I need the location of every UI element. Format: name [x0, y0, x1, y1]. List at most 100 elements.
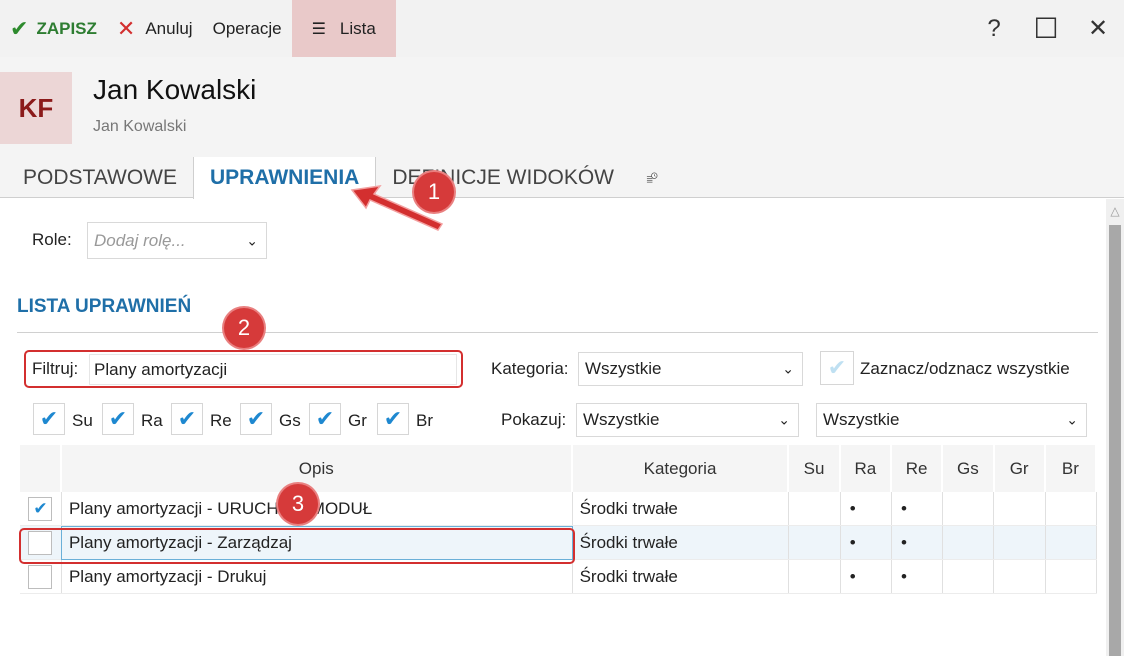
- history-tab[interactable]: [630, 157, 674, 198]
- vertical-scrollbar[interactable]: △: [1106, 199, 1124, 656]
- window-controls: ? ☐ ✕: [968, 0, 1124, 57]
- list-history-icon: [646, 172, 658, 183]
- cell-gs: [943, 560, 995, 593]
- tab-uprawnienia[interactable]: UPRAWNIENIA: [193, 157, 377, 199]
- section-divider: [17, 332, 1098, 333]
- scroll-thumb[interactable]: [1109, 225, 1121, 656]
- flag-checkbox-ra[interactable]: ✔: [102, 403, 134, 435]
- column-header-kategoria[interactable]: Kategoria: [573, 445, 790, 492]
- category-value: Wszystkie: [585, 359, 662, 378]
- column-header-opis[interactable]: Opis: [62, 445, 573, 492]
- cell-kategoria: Środki trwałe: [573, 560, 790, 593]
- list-button[interactable]: ☰ Lista: [291, 0, 396, 57]
- column-header-gs[interactable]: Gs: [943, 445, 995, 492]
- chevron-down-icon: ⌄: [778, 411, 790, 428]
- row-checkbox-cell: ✔: [20, 492, 62, 525]
- cell-gs: [943, 526, 995, 559]
- row-checkbox-cell: [20, 560, 62, 593]
- row-checkbox-cell: [20, 526, 62, 559]
- select-all-checkbox[interactable]: ✔: [820, 351, 854, 385]
- cell-su: [789, 526, 841, 559]
- cell-gr: [994, 526, 1046, 559]
- cell-br: [1046, 526, 1098, 559]
- cell-ra: •: [841, 560, 892, 593]
- roles-select[interactable]: Dodaj rolę... ⌄: [87, 222, 267, 259]
- flag-checkbox-gr[interactable]: ✔: [309, 403, 341, 435]
- cell-su: [789, 492, 841, 525]
- permissions-table: Opis Kategoria Su Ra Re Gs Gr Br ✔ Plany…: [20, 445, 1098, 594]
- help-button[interactable]: ?: [968, 0, 1020, 57]
- category-select[interactable]: Wszystkie ⌄: [578, 352, 803, 386]
- cell-su: [789, 560, 841, 593]
- cell-kategoria: Środki trwałe: [573, 526, 790, 559]
- column-header-gr[interactable]: Gr: [995, 445, 1046, 492]
- row-checkbox[interactable]: [28, 564, 53, 589]
- row-checkbox[interactable]: [28, 530, 53, 555]
- chevron-down-icon: ⌄: [782, 360, 794, 377]
- cancel-button[interactable]: ✕ Anuluj: [107, 0, 203, 57]
- flag-checkbox-br[interactable]: ✔: [377, 403, 409, 435]
- cell-opis: Plany amortyzacji - Drukuj: [62, 560, 573, 593]
- table-row[interactable]: ✔ Plany amortyzacji - URUCHOM MODUŁ Środ…: [20, 492, 1098, 526]
- table-row[interactable]: Plany amortyzacji - Zarządzaj Środki trw…: [20, 526, 1098, 560]
- cell-gr: [994, 492, 1046, 525]
- avatar: KF: [0, 72, 72, 144]
- scroll-up-icon[interactable]: △: [1106, 199, 1124, 223]
- table-row[interactable]: Plany amortyzacji - Drukuj Środki trwałe…: [20, 560, 1098, 594]
- annotation-highlight-filter: [24, 350, 463, 388]
- save-label: ZAPISZ: [36, 18, 97, 38]
- operations-button[interactable]: Operacje: [203, 0, 292, 57]
- save-button[interactable]: ✔ ZAPISZ: [0, 0, 107, 57]
- table-header: Opis Kategoria Su Ra Re Gs Gr Br: [20, 445, 1098, 492]
- flag-checkbox-gs[interactable]: ✔: [240, 403, 272, 435]
- cell-gs: [943, 492, 995, 525]
- checkmark-icon: ✔: [177, 406, 197, 431]
- cell-re: •: [892, 526, 944, 559]
- cell-ra: •: [841, 526, 892, 559]
- checkmark-icon: ✔: [315, 406, 335, 431]
- flag-label-gr: Gr: [348, 411, 367, 430]
- tab-bar: PODSTAWOWE UPRAWNIENIA DEFINICJE WIDOKÓW: [0, 157, 1124, 199]
- show-label: Pokazuj:: [501, 410, 567, 429]
- cancel-label: Anuluj: [145, 18, 193, 38]
- show-select-1[interactable]: Wszystkie ⌄: [576, 403, 799, 437]
- cell-gr: [994, 560, 1046, 593]
- checkmark-icon: ✔: [39, 406, 59, 431]
- select-all-label: Zaznacz/odznacz wszystkie: [860, 359, 1070, 378]
- column-header-re[interactable]: Re: [892, 445, 944, 492]
- page-title: Jan Kowalski: [93, 74, 257, 105]
- cell-opis: Plany amortyzacji - Zarządzaj: [62, 526, 573, 559]
- cell-ra: •: [841, 492, 892, 525]
- tab-podstawowe[interactable]: PODSTAWOWE: [0, 157, 193, 198]
- roles-label: Role:: [32, 230, 72, 249]
- cell-br: [1046, 560, 1098, 593]
- column-header-su[interactable]: Su: [789, 445, 841, 492]
- checkmark-icon: ✔: [246, 406, 266, 431]
- operations-label: Operacje: [212, 18, 282, 38]
- checkmark-icon: ✔: [33, 498, 48, 518]
- chevron-down-icon: ⌄: [246, 232, 258, 248]
- show-value-2: Wszystkie: [823, 410, 900, 429]
- maximize-button[interactable]: ☐: [1020, 0, 1072, 57]
- hamburger-icon: ☰: [311, 20, 326, 38]
- column-header-ra[interactable]: Ra: [841, 445, 892, 492]
- show-value-1: Wszystkie: [583, 410, 660, 429]
- section-title: LISTA UPRAWNIEŃ: [17, 296, 192, 317]
- close-window-button[interactable]: ✕: [1072, 0, 1124, 57]
- help-icon: ?: [987, 14, 1001, 42]
- flag-checkbox-re[interactable]: ✔: [171, 403, 203, 435]
- category-label: Kategoria:: [491, 359, 569, 378]
- checkmark-icon: ✔: [827, 355, 847, 380]
- checkmark-icon: ✔: [108, 406, 128, 431]
- row-checkbox[interactable]: ✔: [28, 496, 53, 521]
- flag-checkbox-su[interactable]: ✔: [33, 403, 65, 435]
- flag-label-ra: Ra: [141, 411, 163, 430]
- permissions-panel: Role: Dodaj rolę... ⌄ LISTA UPRAWNIEŃ Fi…: [0, 199, 1106, 656]
- annotation-badge-3: 3: [278, 484, 318, 524]
- column-header-br[interactable]: Br: [1046, 445, 1098, 492]
- cell-re: •: [892, 560, 944, 593]
- record-header: KF Jan Kowalski Jan Kowalski: [0, 57, 1124, 157]
- annotation-badge-1: 1: [414, 172, 454, 212]
- show-select-2[interactable]: Wszystkie ⌄: [816, 403, 1087, 437]
- page-subtitle: Jan Kowalski: [93, 118, 187, 135]
